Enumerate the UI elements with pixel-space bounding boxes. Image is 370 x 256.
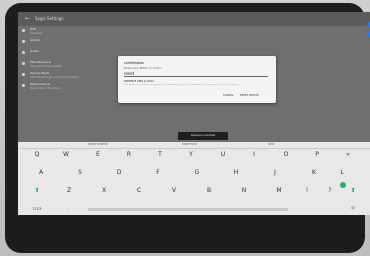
list-item[interactable]: Global <box>22 39 132 48</box>
list-item-subtitle: Debug, Export log, Updates <box>30 65 62 68</box>
list-item[interactable]: Audio <box>22 50 132 59</box>
key-x[interactable]: X <box>97 187 111 194</box>
preserve-data-description: This option lets you keep the apps and t… <box>124 84 240 86</box>
key-d[interactable]: D <box>112 169 126 176</box>
key-r[interactable]: R <box>122 151 136 158</box>
list-item[interactable]: Miscellaneous Debug, Export log, Updates <box>22 61 132 70</box>
list-item[interactable]: Reset Device Delete data on this device <box>22 83 132 92</box>
suggestion-item[interactable]: RESETTLEMENT <box>88 142 108 148</box>
suggestion-bar: RESETTLEMENT RESETTLED REST <box>18 142 370 149</box>
list-item-subtitle: Switch to landscape or portrait orientat… <box>30 76 79 79</box>
confirm-text-input[interactable] <box>124 71 268 77</box>
suggestion-item[interactable]: REST <box>268 142 275 148</box>
key-p[interactable]: P <box>310 151 324 158</box>
gear-icon <box>22 62 25 65</box>
list-item-title: Audio <box>30 49 39 53</box>
window-title: Sygic Settings <box>35 16 64 21</box>
on-screen-keyboard: RESETTLEMENT RESETTLED REST Q W E R T Y … <box>18 142 370 215</box>
key-s[interactable]: S <box>73 169 87 176</box>
toast-message: Device is unlocked <box>178 132 228 140</box>
key-question[interactable]: ? <box>323 187 337 194</box>
comma-key[interactable]: , <box>62 206 76 210</box>
list-item-title: Reset Device <box>30 82 50 86</box>
symbols-key[interactable]: ?123 <box>30 207 44 211</box>
speaker-icon <box>22 51 25 54</box>
wifi-icon <box>22 29 25 32</box>
shift-right-icon[interactable]: ⬆ <box>346 187 360 194</box>
key-h[interactable]: H <box>229 169 243 176</box>
key-l[interactable]: L <box>335 169 349 176</box>
list-item-subtitle: Delete data on this device <box>30 87 61 90</box>
dialog-field-label: Please type "RESET" to confirm <box>124 67 162 70</box>
key-w[interactable]: W <box>59 151 73 158</box>
key-e[interactable]: E <box>91 151 105 158</box>
reset-device-button[interactable]: RESET DEVICE <box>240 94 259 97</box>
list-item-title: Device Mode <box>30 71 50 75</box>
key-j[interactable]: J <box>268 169 282 176</box>
key-t[interactable]: T <box>153 151 167 158</box>
preserve-data-title: PRESERVE APPS & DATA? <box>124 80 154 83</box>
side-rail <box>366 22 370 50</box>
globe-icon <box>22 40 25 43</box>
key-q[interactable]: Q <box>30 151 44 158</box>
key-z[interactable]: Z <box>62 187 76 194</box>
back-arrow-icon[interactable]: ← <box>25 12 30 26</box>
key-k[interactable]: K <box>307 169 321 176</box>
key-u[interactable]: U <box>216 151 230 158</box>
shift-left-icon[interactable]: ⬆ <box>30 187 44 194</box>
key-c[interactable]: C <box>132 187 146 194</box>
list-item[interactable]: Device Mode Switch to landscape or portr… <box>22 72 132 81</box>
key-n[interactable]: N <box>237 187 251 194</box>
screen-rotation-icon <box>22 73 25 76</box>
key-g[interactable]: G <box>190 169 204 176</box>
key-m[interactable]: M <box>272 187 286 194</box>
backspace-key[interactable]: « <box>341 151 355 158</box>
list-item-title: Miscellaneous <box>30 60 52 64</box>
dialog-title: confirmation <box>124 61 145 65</box>
key-i[interactable]: I <box>247 151 261 158</box>
key-o[interactable]: O <box>279 151 293 158</box>
key-y[interactable]: Y <box>184 151 198 158</box>
key-a[interactable]: A <box>34 169 48 176</box>
list-item[interactable]: WiFi Connected <box>22 28 132 37</box>
confirmation-dialog: confirmation Please type "RESET" to conf… <box>118 56 276 103</box>
key-b[interactable]: B <box>202 187 216 194</box>
key-f[interactable]: F <box>151 169 165 176</box>
key-exclamation[interactable]: ! <box>300 187 314 194</box>
emoji-icon[interactable]: ☺ <box>346 206 360 210</box>
list-item-subtitle: Connected <box>30 32 43 35</box>
top-bar: ← Sygic Settings <box>18 12 370 26</box>
cancel-button[interactable]: CANCEL <box>223 94 233 97</box>
reset-icon <box>22 84 25 87</box>
suggestion-item[interactable]: RESETTLED <box>182 142 197 148</box>
list-item-title: Global <box>30 38 40 42</box>
key-v[interactable]: V <box>167 187 181 194</box>
screen: ← Sygic Settings WiFi Connected Global A… <box>18 12 370 215</box>
list-item-title: WiFi <box>30 27 37 31</box>
space-bar[interactable] <box>88 208 288 211</box>
